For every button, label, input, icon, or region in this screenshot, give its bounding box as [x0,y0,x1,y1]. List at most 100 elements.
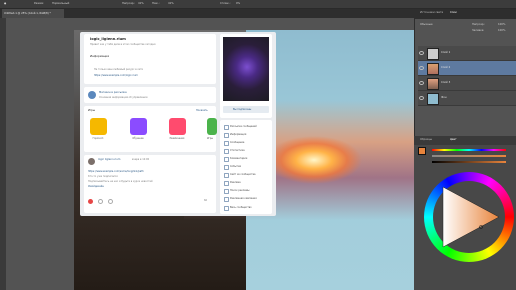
layer-thumbnail [427,78,439,90]
brush-tool-icon[interactable]: ● [4,2,6,5]
avatar [88,91,96,99]
menu-item-icon [224,149,229,154]
menu-item-label: Сообщение [230,141,245,144]
layer-row[interactable]: Слой 1 [418,46,516,61]
menu-item-icon [224,125,229,130]
menu-item-label: События [230,165,241,168]
side-menu-item[interactable]: Информация [224,132,264,138]
menu-item-icon [224,165,229,170]
side-menu-item[interactable]: Сообщение [224,140,264,146]
post-author[interactable]: logic liglenn.rium [98,158,120,161]
layer-row[interactable]: Слой 2 [418,61,516,76]
subscribe-button[interactable]: Вы подписаны [223,106,269,113]
vk-group-screenshot: logic_liglenn.rium Привет как у тебя дел… [80,32,276,216]
cover-block: Вы подписаны [220,34,272,118]
menu-item-label: Поиск рекламы [230,189,250,192]
layer-fill-value[interactable]: 100% [498,29,505,32]
cover-image [223,37,269,101]
apps-title: Игры [88,109,95,112]
layer-opacity-value[interactable]: 100% [498,23,505,26]
side-menu-item[interactable]: Рекламная кампания [224,196,264,202]
comment-icon[interactable] [98,199,103,204]
mode-select[interactable]: Нормальный [52,2,69,5]
app-tile[interactable] [169,118,186,135]
post-line-2: Кто-то уже подписался [88,175,118,178]
layer-row[interactable]: Фон [418,91,516,106]
app-tile[interactable] [207,118,217,135]
post-line-1[interactable]: https://www.example.com/some/long/link/p… [88,170,144,173]
menu-item-label: Реклама [230,181,241,184]
tab-layers[interactable]: Слои [450,11,457,14]
tool-strip[interactable] [0,18,6,290]
opacity-value[interactable]: 41% [138,2,144,5]
eye-icon[interactable] [419,66,424,70]
side-menu-item[interactable]: События [224,164,264,170]
post: logic liglenn.rium вчера в 12:00 https:/… [84,155,216,213]
group-name: logic_liglenn.rium [90,37,126,41]
layer-opacity-label: Непрозр.: [472,23,486,26]
side-menu: Рассылка сообщений Информация Сообщение … [220,120,272,214]
app-tile[interactable] [130,118,147,135]
menu-item-label: Рассылка сообщений [230,125,257,128]
menu-item-label: Комментарии [230,157,248,160]
side-menu-item[interactable]: Весь сообщество [224,205,264,211]
color-triangle[interactable] [433,181,505,253]
hue-slider[interactable] [432,149,506,151]
manage-title[interactable]: Магазин в рассылке [99,91,127,94]
eye-icon[interactable] [419,81,424,85]
blend-mode-select[interactable]: Обычные [420,23,433,26]
menu-item-icon [224,157,229,162]
menu-item-icon [224,189,229,194]
post-line-3: Подписывайтесь на нас и будьте в курсе н… [88,180,153,183]
layer-row[interactable]: Слой 3 [418,76,516,91]
layer-thumbnail [427,63,439,75]
smooth-value[interactable]: 0% [236,2,240,5]
menu-item-icon [224,197,229,202]
manage-block[interactable]: Магазин в рассылке Основная информация о… [84,87,216,103]
eye-icon[interactable] [419,96,424,100]
side-menu-item[interactable]: Сайт из сообщества [224,172,264,178]
info-line-1: Не только ваш любимый ресурс в сети [94,68,144,71]
document-tab[interactable]: Untitled-1 @ 25% (Слой 1, RGB/8) * [2,9,64,18]
tab-lights[interactable]: Источники света [420,11,443,14]
menu-item-icon [224,181,229,186]
layer-name: Фон [441,96,447,99]
tab-swatches[interactable]: Образцы [420,138,432,141]
menu-item-label: Статистика [230,149,245,152]
brightness-slider[interactable] [432,161,506,163]
menu-item-icon [224,141,229,146]
layer-name: Слой 3 [441,81,451,84]
subscribe-label: Вы подписаны [233,108,252,111]
opacity-label: Непрозр.: [122,2,136,5]
info-title: Информация [90,54,110,58]
flow-value[interactable]: 41% [168,2,174,5]
options-bar: ● Режим: Нормальный Непрозр.: 41% Наж.: … [0,0,516,9]
side-menu-item[interactable]: Комментарии [224,156,264,162]
apps-more-link[interactable]: Показать [196,109,208,112]
document-tab-title: Untitled-1 @ 25% (Слой 1, RGB/8) * [4,12,51,15]
layer-fill-label: Заливка: [472,29,485,32]
side-menu-item[interactable]: Рассылка сообщений [224,124,264,130]
menu-item-label: Информация [230,133,247,136]
app-tile[interactable] [90,118,107,135]
like-icon[interactable] [88,199,93,204]
mode-label: Режим: [34,2,45,5]
foreground-color-swatch[interactable] [418,147,426,155]
layer-name: Слой 1 [441,51,451,54]
layer-name: Слой 2 [441,66,451,69]
color-tabs: Образцы Цвет [414,136,516,145]
saturation-slider[interactable] [432,155,506,157]
side-menu-item[interactable]: Статистика [224,148,264,154]
layer-thumbnail [427,93,439,105]
manage-sub: Основная информация об управлении [99,96,148,99]
tab-color[interactable]: Цвет [450,138,457,141]
side-menu-item[interactable]: Поиск рекламы [224,188,264,194]
side-menu-item[interactable]: Реклама [224,180,264,186]
layers-controls: Обычные Непрозр.: 100% Заливка: 100% [418,22,514,36]
smooth-label: Сглаж.: [220,2,231,5]
post-tag[interactable]: #мойдизайн [88,185,104,188]
share-icon[interactable] [108,199,113,204]
info-line-2[interactable]: https://www.example.com/logic.rium [94,74,138,77]
app-label: Гороскоп [92,137,104,140]
eye-icon[interactable] [419,51,424,55]
